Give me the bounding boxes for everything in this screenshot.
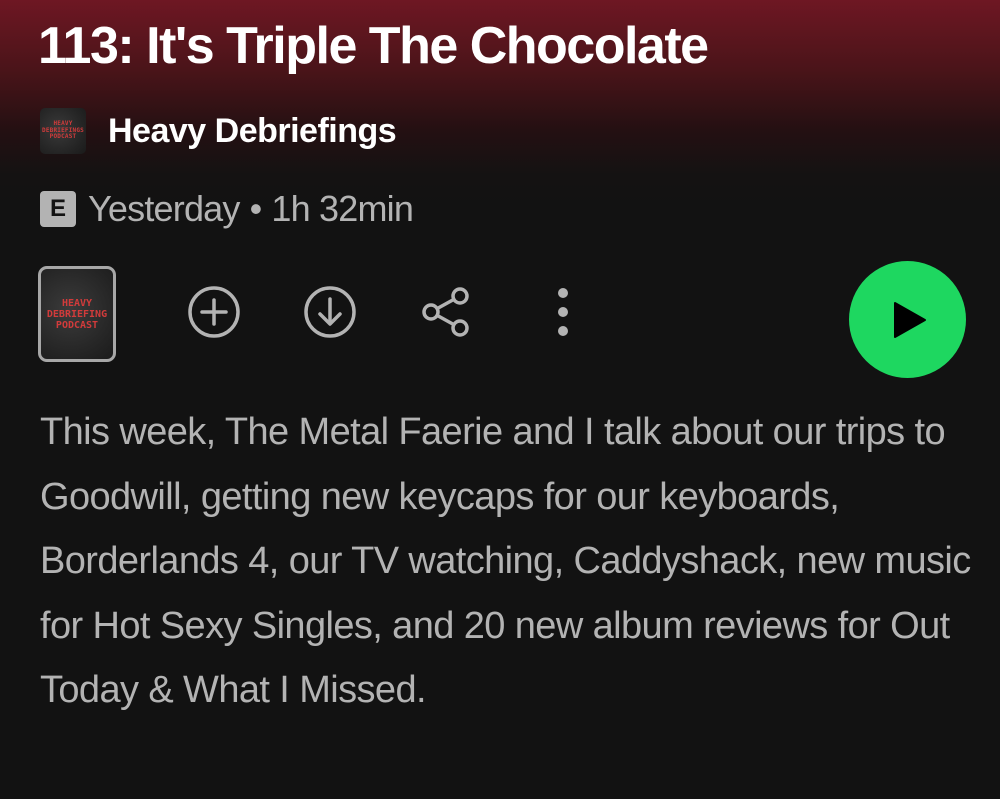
- share-button[interactable]: [418, 284, 474, 340]
- meta-separator: •: [249, 188, 263, 229]
- episode-meta: E Yesterday • 1h 32min: [40, 184, 414, 234]
- download-icon: [304, 286, 356, 338]
- episode-cover-button[interactable]: HEAVY DEBRIEFING PODCAST: [38, 266, 116, 362]
- cover-logo-line: PODCAST: [55, 319, 99, 331]
- explicit-badge: E: [40, 191, 76, 227]
- share-icon: [422, 287, 469, 337]
- thumbnail-logo-line: PODCAST: [49, 133, 77, 141]
- more-options-button[interactable]: [535, 284, 591, 340]
- episode-page: 113: It's Triple The Chocolate HEAVY DEB…: [0, 0, 1000, 799]
- episode-description: This week, The Metal Faerie and I talk a…: [40, 411, 971, 711]
- show-name[interactable]: Heavy Debriefings: [108, 112, 397, 151]
- show-thumbnail[interactable]: HEAVY DEBRIEFINGS PODCAST: [40, 108, 86, 154]
- episode-title: 113: It's Triple The Chocolate: [38, 17, 709, 75]
- episode-duration: 1h 32min: [271, 188, 414, 229]
- release-date: Yesterday: [88, 188, 240, 229]
- play-button[interactable]: [849, 261, 966, 378]
- show-link[interactable]: HEAVY DEBRIEFINGS PODCAST Heavy Debriefi…: [40, 108, 397, 154]
- add-button[interactable]: [186, 284, 242, 340]
- action-bar: HEAVY DEBRIEFING PODCAST: [0, 261, 1000, 378]
- play-icon: [893, 301, 926, 338]
- download-button[interactable]: [302, 284, 358, 340]
- add-icon: [188, 286, 240, 338]
- more-options-icon: [558, 288, 568, 336]
- cover-logo-line: HEAVY: [61, 297, 93, 309]
- cover-logo-line: DEBRIEFING: [46, 308, 108, 320]
